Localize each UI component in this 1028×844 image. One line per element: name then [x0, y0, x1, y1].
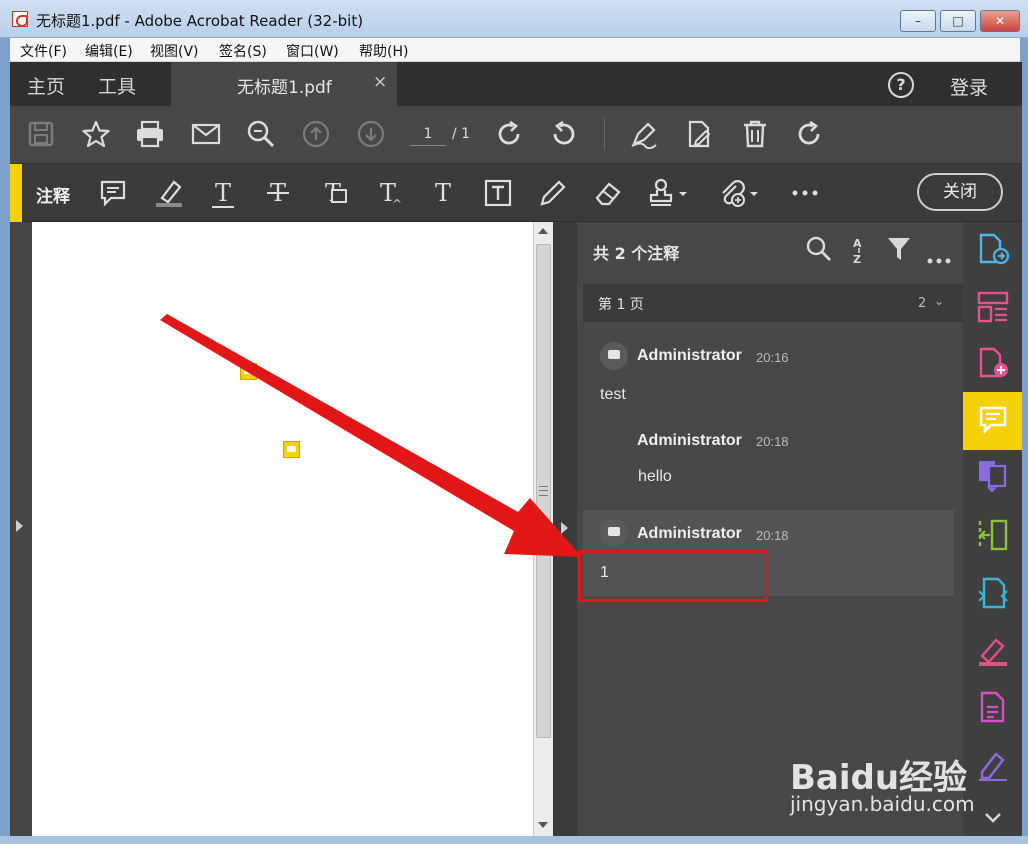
window-bottom-border — [0, 836, 1028, 844]
watermark-url: jingyan.baidu.com — [790, 792, 975, 816]
pointer-arrow-annotation — [160, 314, 582, 557]
